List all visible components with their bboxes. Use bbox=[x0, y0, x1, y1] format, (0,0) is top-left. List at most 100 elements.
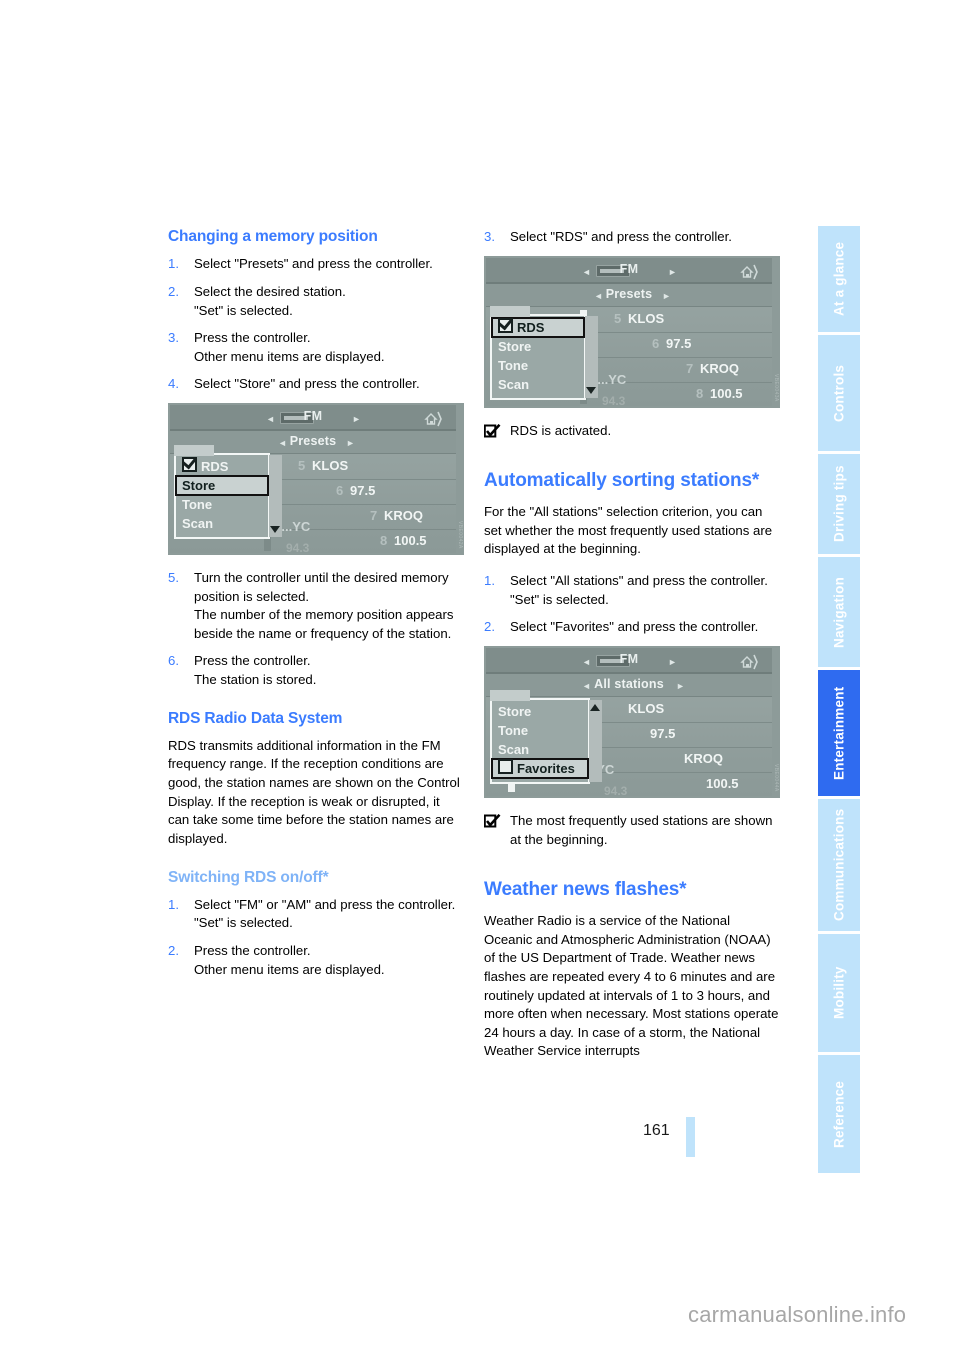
tab-driving-tips[interactable]: Driving tips bbox=[818, 454, 860, 554]
tab-navigation[interactable]: Navigation bbox=[818, 557, 860, 667]
station-row[interactable]: KLOS bbox=[580, 698, 772, 723]
chapter-tab-rail: At a glance Controls Driving tips Naviga… bbox=[818, 226, 860, 1176]
station-name: KROQ bbox=[684, 750, 723, 766]
step-number: 5. bbox=[168, 569, 179, 585]
step-text: Select "Presets" and press the controlle… bbox=[194, 256, 433, 272]
checkbox-checked-icon bbox=[484, 423, 501, 438]
station-row[interactable]: 5 KLOS bbox=[592, 308, 772, 333]
menu-item-tone[interactable]: Tone bbox=[176, 495, 268, 514]
tab-at-a-glance[interactable]: At a glance bbox=[818, 226, 860, 332]
menu-tab-decoration bbox=[490, 305, 530, 317]
station-name: 100.5 bbox=[706, 775, 739, 791]
tab-label: Entertainment bbox=[831, 686, 847, 780]
checkbox-checked-icon bbox=[498, 317, 513, 333]
menu-item-scan[interactable]: Scan bbox=[176, 514, 268, 533]
menu-item-rds[interactable]: RDS bbox=[176, 456, 268, 476]
note-rds-activated: RDS is activated. bbox=[484, 422, 780, 441]
steps-changing-memory-continued: 5. Turn the controller until the desired… bbox=[168, 569, 464, 690]
step-text: Select "FM" or "AM" and press the contro… bbox=[194, 896, 456, 912]
station-name: 97.5 bbox=[650, 725, 676, 741]
station-row[interactable]: 5 KLOS bbox=[276, 455, 456, 480]
tab-reference[interactable]: Reference bbox=[818, 1055, 860, 1173]
checkbox-checked-icon bbox=[484, 813, 501, 828]
menu-item-scan[interactable]: Scan bbox=[492, 740, 588, 759]
menu-item-label: Tone bbox=[498, 722, 529, 738]
step-subtext: "Set" is selected. bbox=[510, 591, 609, 607]
tab-label: Communications bbox=[831, 808, 847, 922]
menu-item-favorites[interactable]: Favorites bbox=[491, 757, 589, 779]
station-row[interactable]: 6 97.5 bbox=[592, 333, 772, 358]
menu-item-store[interactable]: Store bbox=[492, 702, 588, 721]
menu-item-tone[interactable]: Tone bbox=[492, 356, 584, 375]
tab-label: Driving tips bbox=[831, 465, 847, 543]
menu-item-tone[interactable]: Tone bbox=[492, 721, 588, 740]
heading-automatically-sorting-stations: Automatically sorting stations* bbox=[484, 470, 760, 492]
step-item: 1. Select "FM" or "AM" and press the con… bbox=[168, 896, 464, 933]
heading-switching-rds: Switching RDS on/off* bbox=[168, 868, 329, 886]
step-number: 2. bbox=[484, 619, 495, 635]
chevron-down-icon bbox=[270, 525, 280, 533]
station-name: KROQ bbox=[700, 360, 739, 376]
step-text: Select the desired station. bbox=[194, 283, 346, 299]
next-submenu-arrow-icon: ► bbox=[346, 437, 355, 448]
tab-label: At a glance bbox=[831, 241, 847, 317]
step-subtext: Other menu items are displayed. bbox=[194, 348, 385, 364]
menu-item-store[interactable]: Store bbox=[492, 337, 584, 356]
step-number: 1. bbox=[168, 896, 179, 912]
menu-item-label: Scan bbox=[498, 741, 530, 757]
step-text: Select "Store" and press the controller. bbox=[194, 376, 420, 392]
step-item: 3. Select "RDS" and press the controller… bbox=[484, 228, 780, 247]
tab-controls[interactable]: Controls bbox=[818, 335, 860, 451]
menu-item-label: Scan bbox=[182, 515, 214, 531]
station-name: 97.5 bbox=[350, 482, 376, 498]
step-text: Select "All stations" and press the cont… bbox=[510, 573, 768, 589]
preset-number: 8 bbox=[380, 532, 388, 548]
tab-label: Navigation bbox=[831, 576, 847, 648]
next-source-arrow-icon: ► bbox=[668, 266, 677, 277]
step-item: 2. Press the controller. Other menu item… bbox=[168, 942, 464, 979]
menu-scroll-indicator[interactable] bbox=[585, 315, 598, 398]
figure-watermark: VBE0044A bbox=[773, 764, 779, 792]
step-number: 2. bbox=[168, 283, 179, 299]
menu-tab-decoration bbox=[490, 689, 530, 701]
steps-changing-memory: 1. Select "Presets" and press the contro… bbox=[168, 255, 464, 394]
figure-watermark: VBE0043A bbox=[773, 373, 779, 402]
idrive-screen-store: ◄ FM ► ◄ Presets ► 5 KLOS 6 97.5 7 KROQ … bbox=[168, 402, 464, 555]
step-item: 3. Press the controller. Other menu item… bbox=[168, 329, 464, 366]
tab-mobility[interactable]: Mobility bbox=[818, 934, 860, 1052]
left-column: Changing a memory position 1. Select "Pr… bbox=[168, 228, 464, 988]
menu-item-label: RDS bbox=[201, 458, 229, 474]
menu-item-store[interactable]: Store bbox=[175, 474, 269, 496]
step-text: Select "Favorites" and press the control… bbox=[510, 619, 759, 635]
step-text: Press the controller. bbox=[194, 653, 311, 669]
screen-submenu-bar: ◄ Presets ► bbox=[486, 283, 772, 307]
step-subtext: "Set" is selected. bbox=[194, 302, 293, 318]
page-number: 161 bbox=[643, 1122, 670, 1139]
tab-entertainment[interactable]: Entertainment bbox=[818, 670, 860, 796]
footer-watermark: carmanualsonline.info bbox=[688, 1302, 907, 1327]
preset-number: 5 bbox=[298, 457, 306, 473]
station-row[interactable]: 97.5 bbox=[580, 723, 772, 748]
figure-watermark: VBE0042A bbox=[457, 521, 463, 549]
preset-number: 7 bbox=[686, 360, 694, 376]
menu-item-scan[interactable]: Scan bbox=[492, 375, 584, 394]
context-menu: RDS Store Tone Scan bbox=[174, 444, 282, 539]
screen-topbar: ◄ FM ► bbox=[486, 257, 772, 284]
step-subtext: "Set" is selected. bbox=[194, 915, 293, 931]
step-number: 6. bbox=[168, 653, 179, 669]
paragraph-sorting: For the "All stations" selection criteri… bbox=[484, 504, 773, 557]
menu-item-rds[interactable]: RDS bbox=[491, 316, 585, 338]
step-item: 1. Select "All stations" and press the c… bbox=[484, 572, 780, 609]
step-item: 2. Select "Favorites" and press the cont… bbox=[484, 618, 780, 637]
tab-communications[interactable]: Communications bbox=[818, 799, 860, 931]
step-item: 1. Select "Presets" and press the contro… bbox=[168, 255, 464, 274]
station-name: KLOS bbox=[628, 700, 665, 716]
menu-scroll-indicator[interactable] bbox=[269, 454, 282, 537]
menu-item-label: Store bbox=[498, 703, 532, 719]
step-text: Press the controller. bbox=[194, 943, 311, 959]
steps-select-rds: 3. Select "RDS" and press the controller… bbox=[484, 228, 780, 247]
step-item: 6. Press the controller. The station is … bbox=[168, 652, 464, 689]
source-label: FM bbox=[303, 408, 323, 423]
menu-scroll-indicator[interactable] bbox=[589, 699, 602, 782]
station-row[interactable]: 6 97.5 bbox=[276, 480, 456, 505]
